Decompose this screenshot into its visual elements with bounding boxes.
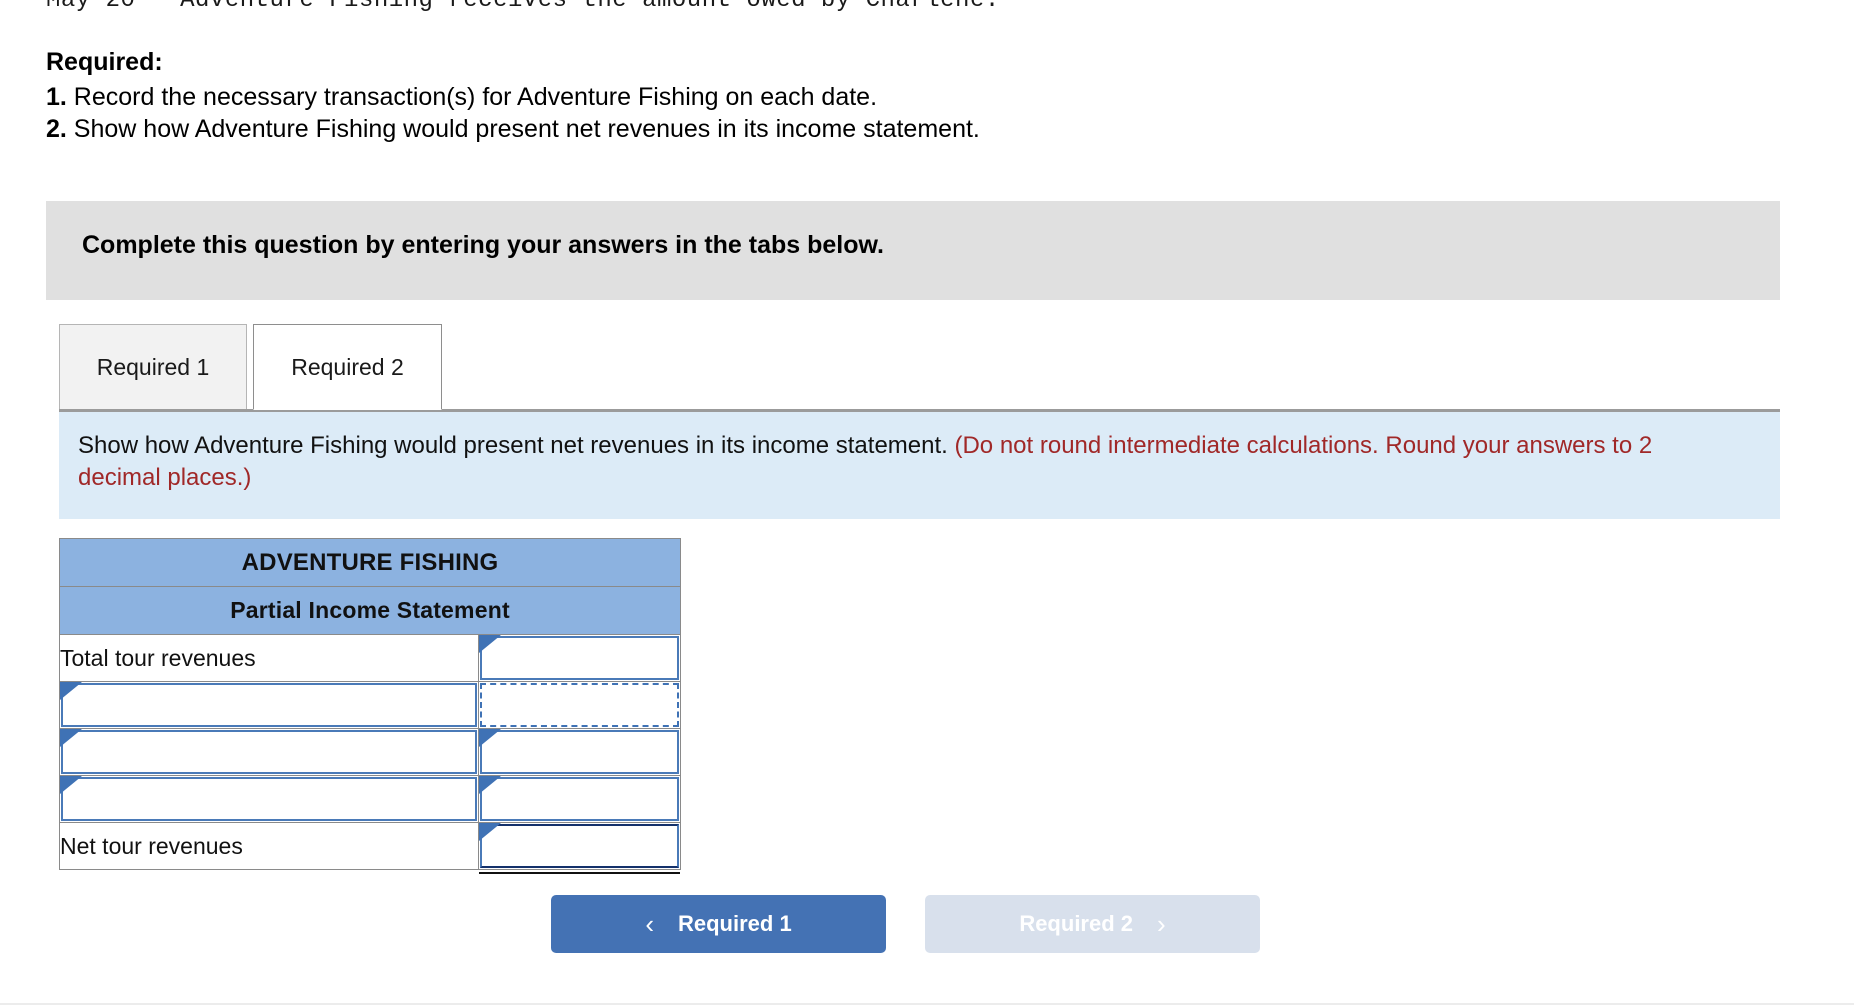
tab-required-1[interactable]: Required 1 [59,324,247,410]
row-4-amount-cell[interactable] [478,775,681,823]
row-4-description-wrap [60,776,478,822]
row-5-description-label: Net tour revenues [59,822,479,870]
required-item-1: 1. Record the necessary transaction(s) f… [46,81,1746,113]
row-4-amount-wrap [479,776,680,822]
row-2-description-wrap [60,682,478,728]
next-button-label: Required 2 [1019,911,1134,936]
instruction-banner-text: Complete this question by entering your … [82,231,884,259]
row-1-amount-input[interactable] [480,636,679,680]
required-item-2: 2. Show how Adventure Fishing would pres… [46,113,1746,145]
chevron-right-icon: › [1157,909,1166,939]
table-row [59,775,681,823]
table-header-row-title: Partial Income Statement [59,586,681,635]
row-2-description-input[interactable] [61,683,477,727]
table-row [59,728,681,776]
row-2-amount-input[interactable] [480,683,679,727]
total-double-underline [479,872,680,874]
row-3-description-wrap [60,729,478,775]
row-2-description-cell[interactable] [59,681,479,729]
row-3-description-input[interactable] [61,730,477,774]
row-1-amount-cell[interactable] [478,634,681,682]
row-3-amount-input[interactable] [480,730,679,774]
navigation-buttons: ‹ Required 1 Required 2 › [551,895,1260,953]
row-5-amount-wrap [479,823,680,874]
prev-required-1-button[interactable]: ‹ Required 1 [551,895,886,953]
required-item-2-text: Show how Adventure Fishing would present… [66,115,980,143]
prev-button-label: Required 1 [677,911,792,936]
required-item-2-number: 2. [46,115,67,143]
problem-statement-line: May 20 Adventure Fishing receives the am… [0,0,1854,22]
row-2-amount-cell[interactable] [478,681,681,729]
bottom-divider [0,1003,1854,1005]
row-1-description-label: Total tour revenues [59,634,479,682]
required-item-1-text: Record the necessary transaction(s) for … [66,83,878,111]
table-row [59,681,681,729]
statement-company-name: ADVENTURE FISHING [59,538,681,587]
table-header-row-company: ADVENTURE FISHING [59,538,681,587]
instruction-banner: Complete this question by entering your … [46,201,1780,300]
row-1-amount-wrap [479,635,680,681]
table-row: Net tour revenues [59,822,681,874]
row-3-amount-cell[interactable] [478,728,681,776]
row-3-description-cell[interactable] [59,728,479,776]
row-4-description-cell[interactable] [59,775,479,823]
row-4-description-input[interactable] [61,777,477,821]
required-heading: Required: [46,48,163,76]
required-section: Required: 1. Record the necessary transa… [46,46,1746,145]
problem-line-text: May 20 Adventure Fishing receives the am… [46,0,1000,14]
sub-instruction-panel: Show how Adventure Fishing would present… [59,409,1780,519]
statement-title: Partial Income Statement [59,586,681,635]
tab-required-2[interactable]: Required 2 [253,324,442,410]
next-required-2-button[interactable]: Required 2 › [925,895,1260,953]
row-5-amount-cell[interactable] [478,822,681,874]
row-4-amount-input[interactable] [480,777,679,821]
sub-instruction-prompt: Show how Adventure Fishing would present… [78,432,955,459]
row-2-amount-wrap [479,682,680,728]
chevron-left-icon: ‹ [645,909,654,939]
net-tour-revenues-input[interactable] [480,824,679,868]
partial-income-statement-table: ADVENTURE FISHING Partial Income Stateme… [59,538,681,874]
row-3-amount-wrap [479,729,680,775]
sub-instruction-text: Show how Adventure Fishing would present… [78,430,1738,494]
table-row: Total tour revenues [59,634,681,682]
required-item-1-number: 1. [46,83,67,111]
